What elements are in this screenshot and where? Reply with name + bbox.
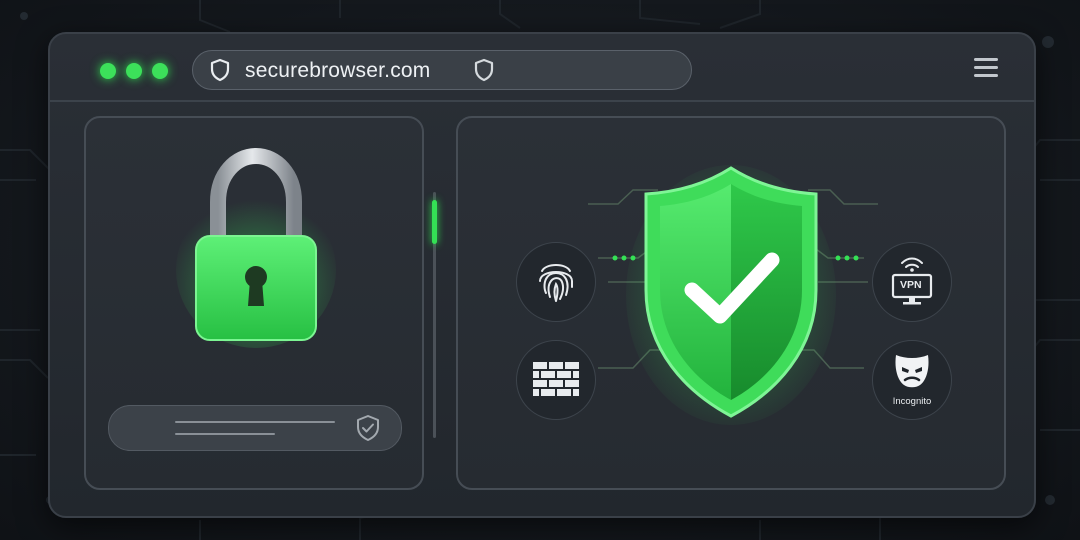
lock-panel (84, 116, 424, 490)
address-bar[interactable]: securebrowser.com (192, 50, 692, 90)
feature-vpn[interactable]: VPN (872, 242, 952, 322)
title-bar: securebrowser.com (50, 34, 1034, 102)
feature-fingerprint[interactable] (516, 242, 596, 322)
security-panel: VPN Incognito (456, 116, 1006, 490)
window-control-dot[interactable] (100, 63, 116, 79)
browser-window: securebrowser.com VPN Incognito (48, 32, 1036, 518)
url-text: securebrowser.com (245, 59, 431, 82)
incognito-mask-icon (895, 355, 929, 388)
vpn-label: VPN (900, 279, 922, 291)
fingerprint-icon (539, 264, 573, 302)
shield-icon (210, 58, 230, 82)
feature-incognito[interactable]: Incognito (872, 340, 952, 420)
incognito-label: Incognito (892, 396, 932, 407)
shield-check-icon (626, 165, 836, 425)
window-control-dot[interactable] (152, 63, 168, 79)
feature-firewall[interactable] (516, 340, 596, 420)
scrollbar-thumb[interactable] (432, 200, 437, 244)
brick-wall-icon (533, 362, 579, 396)
window-control-dot[interactable] (126, 63, 142, 79)
hamburger-menu-icon[interactable] (974, 58, 998, 78)
site-security-shield-icon[interactable] (473, 58, 495, 82)
padlock-icon (176, 147, 336, 348)
secure-input-field[interactable] (108, 405, 402, 451)
shield-check-icon (357, 415, 379, 441)
